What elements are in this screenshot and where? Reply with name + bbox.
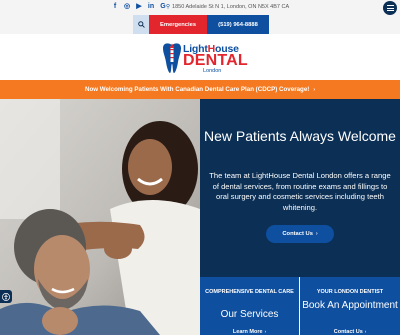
search-button[interactable] <box>133 15 149 34</box>
chevron-right-icon: › <box>364 329 367 334</box>
logo-location-text: London <box>203 68 222 74</box>
page: f ◎ ▶ in G ⚲ 1850 Adelaide St N 1, London… <box>0 0 400 335</box>
top-bar: f ◎ ▶ in G ⚲ 1850 Adelaide St N 1, London… <box>0 0 400 15</box>
learn-more-link[interactable]: Learn More › <box>200 329 299 335</box>
link-label: Learn More <box>232 329 263 335</box>
tooth-logo-icon <box>163 43 181 73</box>
contact-us-label: Contact Us <box>282 231 313 237</box>
banner-text: Now Welcoming Patients With Canadian Den… <box>84 86 310 93</box>
chevron-right-icon: › <box>313 86 315 93</box>
youtube-icon[interactable]: ▶ <box>135 3 143 11</box>
card-kicker: YOUR LONDON DENTIST <box>316 289 384 295</box>
hamburger-icon-bar <box>386 5 394 6</box>
welcome-panel: New Patients Always Welcome The team at … <box>200 99 400 277</box>
services-card[interactable]: COMPREHENSIVE DENTAL CARE Our Services L… <box>200 277 299 335</box>
action-row: Emergencies (519) 964-8888 <box>0 15 400 34</box>
contact-us-button[interactable]: Contact Us › <box>266 225 334 243</box>
appointment-card[interactable]: YOUR LONDON DENTIST Book An Appointment … <box>300 277 400 335</box>
facebook-icon[interactable]: f <box>111 3 119 11</box>
address-text: 1850 Adelaide St N 1, London, ON N5X 4B7… <box>172 4 290 10</box>
site-logo[interactable]: LightHouse DENTAL London <box>160 42 248 76</box>
hero-description: The team at LightHouse Dental London off… <box>209 171 391 212</box>
couple-photo-illustration <box>0 99 200 335</box>
chevron-right-icon: › <box>264 329 267 334</box>
contact-us-link[interactable]: Contact Us › <box>300 329 400 335</box>
instagram-icon[interactable]: ◎ <box>123 3 131 11</box>
card-title: Our Services <box>220 309 279 320</box>
phone-button[interactable]: (519) 964-8888 <box>207 15 269 34</box>
hamburger-icon-bar <box>386 10 394 11</box>
emergencies-button[interactable]: Emergencies <box>149 15 207 34</box>
accessibility-icon <box>2 292 10 301</box>
linkedin-icon[interactable]: in <box>147 3 155 11</box>
hero-photo <box>0 99 200 335</box>
search-icon <box>137 21 145 28</box>
chevron-right-icon: › <box>315 231 318 237</box>
map-pin-icon: ⚲ <box>166 4 171 10</box>
card-title: Book An Appointment <box>302 300 398 311</box>
cdcp-announcement-banner[interactable]: Now Welcoming Patients With Canadian Den… <box>0 80 400 99</box>
hero-heading: New Patients Always Welcome <box>204 128 396 144</box>
hamburger-icon-bar <box>386 7 394 9</box>
social-links: f ◎ ▶ in G <box>111 3 167 11</box>
link-label: Contact Us <box>333 329 363 335</box>
card-kicker: COMPREHENSIVE DENTAL CARE <box>205 289 294 295</box>
menu-button[interactable] <box>383 1 397 15</box>
address-link[interactable]: ⚲ 1850 Adelaide St N 1, London, ON N5X 4B… <box>166 4 289 10</box>
accessibility-button[interactable] <box>0 290 12 303</box>
